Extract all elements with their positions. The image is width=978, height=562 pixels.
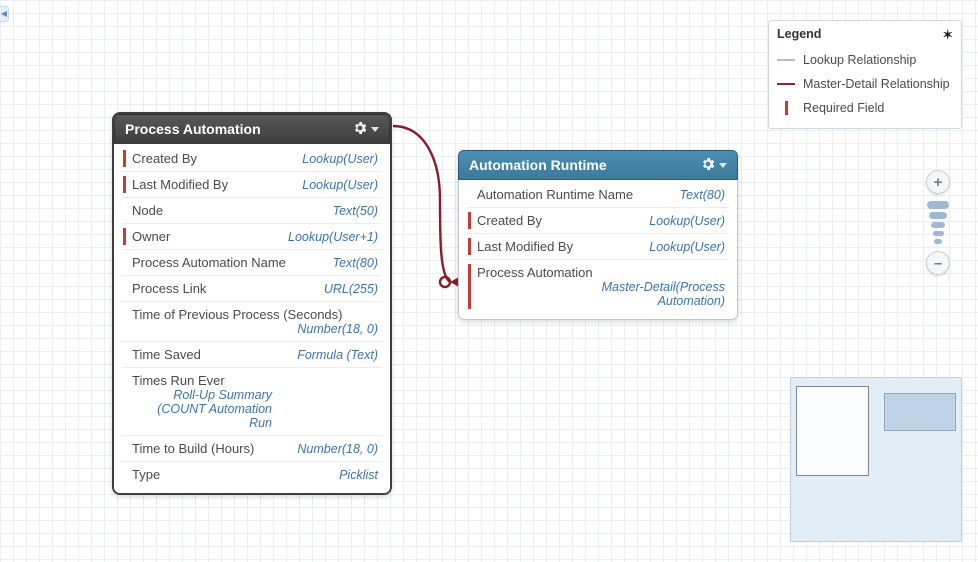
zoom-step[interactable] [933, 231, 944, 236]
field-row[interactable]: Process AutomationMaster-Detail(Process … [467, 260, 729, 313]
minimap-entity [884, 393, 956, 431]
chevron-down-icon [371, 127, 379, 132]
field-row[interactable]: Created ByLookup(User) [467, 208, 729, 234]
left-panel-collapse[interactable]: ◀ [0, 6, 9, 22]
legend-row-lookup: Lookup Relationship [777, 48, 953, 72]
field-row[interactable]: Automation Runtime NameText(80) [467, 182, 729, 208]
legend-row-required: Required Field [777, 96, 953, 120]
zoom-step[interactable] [931, 222, 945, 228]
legend-row-master-detail: Master-Detail Relationship [777, 72, 953, 96]
gear-icon [352, 120, 368, 139]
field-row[interactable]: OwnerLookup(User+1) [122, 224, 382, 250]
legend-swatch-required [785, 101, 788, 115]
zoom-step[interactable] [934, 239, 942, 244]
field-row[interactable]: Last Modified ByLookup(User) [122, 172, 382, 198]
field-row[interactable]: Last Modified ByLookup(User) [467, 234, 729, 260]
field-row[interactable]: Process LinkURL(255) [122, 276, 382, 302]
entity-process-automation[interactable]: Process Automation Created ByLookup(User… [112, 112, 392, 495]
minimap[interactable] [790, 377, 962, 542]
entity-body: Automation Runtime NameText(80) Created … [458, 180, 738, 320]
field-row[interactable]: Time to Build (Hours)Number(18, 0) [122, 436, 382, 462]
zoom-slider[interactable] [927, 198, 949, 247]
zoom-control: + – [922, 170, 954, 275]
entity-header[interactable]: Process Automation [114, 114, 390, 144]
gear-icon [700, 156, 716, 175]
chevron-down-icon [719, 163, 727, 168]
entity-title: Process Automation [125, 121, 261, 137]
legend-title: Legend [777, 27, 821, 42]
minimap-viewport[interactable] [796, 386, 869, 476]
field-row[interactable]: Time SavedFormula (Text) [122, 342, 382, 368]
entity-body: Created ByLookup(User) Last Modified ByL… [114, 144, 390, 493]
entity-header[interactable]: Automation Runtime [458, 150, 738, 180]
field-row[interactable]: Times Run EverRoll-Up Summary (COUNT Aut… [122, 368, 382, 436]
close-icon[interactable]: ✶ [943, 27, 953, 42]
zoom-step[interactable] [927, 201, 949, 209]
field-row[interactable]: Process Automation NameText(80) [122, 250, 382, 276]
entity-title: Automation Runtime [469, 157, 607, 173]
zoom-out-button[interactable]: – [926, 251, 950, 275]
field-row[interactable]: Time of Previous Process (Seconds)Number… [122, 302, 382, 342]
field-row[interactable]: NodeText(50) [122, 198, 382, 224]
entity-menu-button[interactable] [700, 156, 727, 175]
legend-swatch-lookup [777, 59, 795, 61]
field-row[interactable]: Created ByLookup(User) [122, 146, 382, 172]
zoom-step[interactable] [929, 212, 947, 219]
entity-automation-runtime[interactable]: Automation Runtime Automation Runtime Na… [458, 150, 738, 320]
legend-swatch-master-detail [777, 83, 795, 85]
field-row[interactable]: TypePicklist [122, 462, 382, 487]
entity-menu-button[interactable] [352, 120, 379, 139]
zoom-in-button[interactable]: + [926, 170, 950, 194]
legend-panel: Legend ✶ Lookup Relationship Master-Deta… [768, 20, 962, 129]
